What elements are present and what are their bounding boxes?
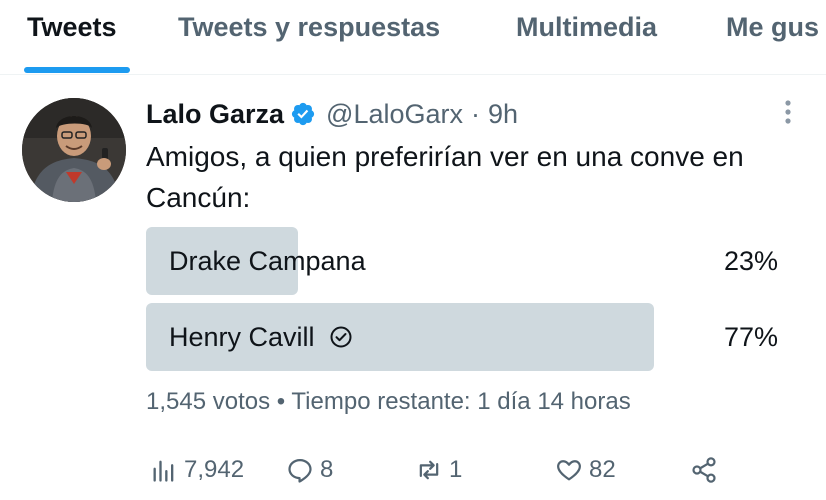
heart-icon [557, 460, 581, 481]
avatar[interactable] [22, 98, 126, 202]
reply-count: 8 [320, 456, 334, 483]
avatar-photo [22, 98, 126, 202]
poll-meta: 1,545 votos • Tiempo restante: 1 día 14 … [146, 388, 631, 416]
check-circle-icon [330, 326, 352, 348]
verified-badge-icon [291, 102, 315, 126]
views-button[interactable]: 7,942 [150, 450, 244, 490]
poll-time-remaining: Tiempo restante: 1 día 14 horas [291, 388, 631, 415]
poll-option-2: Henry Cavill 77% [146, 303, 778, 371]
poll-meta-separator: • [276, 388, 286, 415]
share-icon [692, 457, 716, 483]
like-count: 82 [589, 456, 616, 483]
profile-tabs: Tweets Tweets y respuestas Multimedia Me… [0, 0, 826, 75]
poll-percent: 77% [723, 322, 778, 352]
poll-option-label: Henry Cavill [169, 303, 353, 371]
retweet-count: 1 [449, 456, 463, 483]
poll-option-text: Henry Cavill [169, 322, 315, 352]
header-separator: · [471, 98, 481, 129]
retweet-button[interactable]: 1 [415, 450, 462, 490]
poll-votes: 1,545 votos [146, 388, 271, 415]
share-button[interactable] [690, 450, 724, 490]
tab-likes[interactable]: Me gus [726, 12, 819, 43]
poll-option-label: Drake Campana [169, 227, 366, 295]
author-name[interactable]: Lalo Garza [146, 99, 284, 130]
tweet-timestamp[interactable]: 9h [488, 99, 518, 130]
like-button[interactable]: 82 [555, 450, 616, 490]
poll-option-text: Drake Campana [169, 246, 366, 276]
tab-media[interactable]: Multimedia [516, 12, 657, 43]
views-count: 7,942 [184, 456, 245, 483]
more-options-icon[interactable] [774, 98, 802, 126]
tab-tweets[interactable]: Tweets [27, 12, 117, 43]
author-handle[interactable]: @LaloGarx [326, 99, 463, 130]
reply-icon [288, 458, 312, 483]
active-tab-indicator [24, 67, 130, 73]
analytics-icon [153, 460, 174, 482]
poll-percent: 23% [723, 246, 778, 276]
tweet-text: Amigos, a quien preferirían ver en una c… [146, 141, 744, 213]
tab-tweets-and-replies[interactable]: Tweets y respuestas [178, 12, 440, 43]
reply-button[interactable]: 8 [286, 450, 333, 490]
poll-option-1: Drake Campana 23% [146, 227, 778, 295]
retweet-icon [419, 460, 439, 480]
tweet-header: Lalo Garza @LaloGarx · 9h [146, 96, 518, 132]
